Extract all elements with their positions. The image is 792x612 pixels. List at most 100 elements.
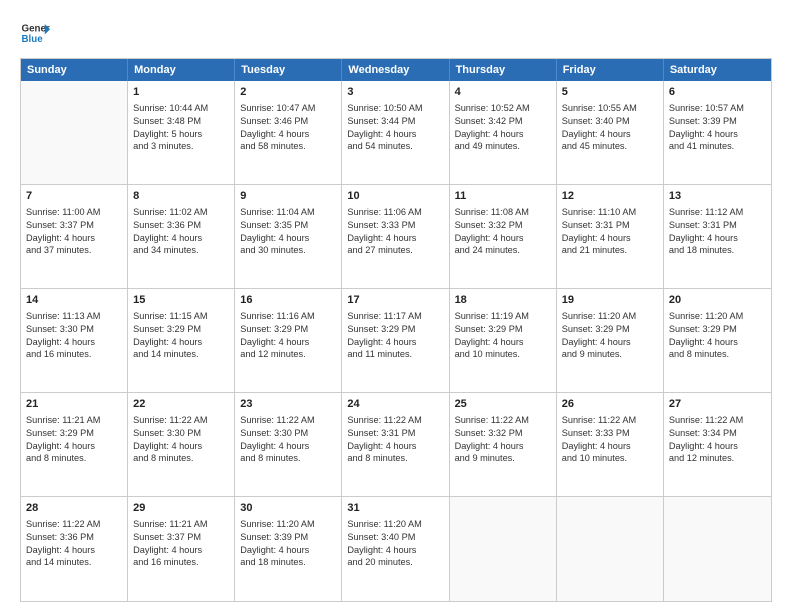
calendar-cell: 30 Sunrise: 11:20 AMSunset: 3:39 PMDaylig… bbox=[235, 497, 342, 601]
day-number: 5 bbox=[562, 85, 658, 100]
calendar-cell: 21 Sunrise: 11:21 AMSunset: 3:29 PMDaylig… bbox=[21, 393, 128, 496]
day-number: 3 bbox=[347, 85, 443, 100]
weekday-label: Sunday bbox=[21, 59, 128, 81]
day-number: 6 bbox=[669, 85, 766, 100]
weekday-label: Saturday bbox=[664, 59, 771, 81]
logo: General Blue bbox=[20, 18, 50, 48]
day-number: 16 bbox=[240, 293, 336, 308]
calendar-cell: 25 Sunrise: 11:22 AMSunset: 3:32 PMDaylig… bbox=[450, 393, 557, 496]
calendar-cell: 31 Sunrise: 11:20 AMSunset: 3:40 PMDaylig… bbox=[342, 497, 449, 601]
calendar-week: 1 Sunrise: 10:44 AMSunset: 3:48 PMDayligh… bbox=[21, 81, 771, 185]
cell-info: Sunrise: 11:22 AMSunset: 3:34 PMDaylight… bbox=[669, 414, 766, 466]
day-number: 13 bbox=[669, 189, 766, 204]
day-number: 9 bbox=[240, 189, 336, 204]
calendar-body: 1 Sunrise: 10:44 AMSunset: 3:48 PMDayligh… bbox=[21, 81, 771, 601]
calendar-cell: 3 Sunrise: 10:50 AMSunset: 3:44 PMDayligh… bbox=[342, 81, 449, 184]
cell-info: Sunrise: 10:44 AMSunset: 3:48 PMDaylight… bbox=[133, 102, 229, 154]
day-number: 10 bbox=[347, 189, 443, 204]
calendar-cell: 17Sunrise: 11:17 AMSunset: 3:29 PMDaylig… bbox=[342, 289, 449, 392]
cell-info: Sunrise: 11:10 AMSunset: 3:31 PMDaylight… bbox=[562, 206, 658, 258]
calendar-cell: 10Sunrise: 11:06 AMSunset: 3:33 PMDaylig… bbox=[342, 185, 449, 288]
cell-info: Sunrise: 11:20 AMSunset: 3:39 PMDaylight… bbox=[240, 518, 336, 570]
logo-icon: General Blue bbox=[20, 18, 50, 48]
calendar-cell: 13 Sunrise: 11:12 AMSunset: 3:31 PMDaylig… bbox=[664, 185, 771, 288]
calendar-cell: 15Sunrise: 11:15 AMSunset: 3:29 PMDaylig… bbox=[128, 289, 235, 392]
cell-info: Sunrise: 11:02 AMSunset: 3:36 PMDaylight… bbox=[133, 206, 229, 258]
cell-info: Sunrise: 11:20 AMSunset: 3:40 PMDaylight… bbox=[347, 518, 443, 570]
day-number: 17 bbox=[347, 293, 443, 308]
weekday-label: Tuesday bbox=[235, 59, 342, 81]
calendar-cell: 26 Sunrise: 11:22 AMSunset: 3:33 PMDaylig… bbox=[557, 393, 664, 496]
cell-info: Sunrise: 11:19 AMSunset: 3:29 PMDaylight… bbox=[455, 310, 551, 362]
cell-info: Sunrise: 11:22 AMSunset: 3:30 PMDaylight… bbox=[133, 414, 229, 466]
cell-info: Sunrise: 11:22 AMSunset: 3:33 PMDaylight… bbox=[562, 414, 658, 466]
day-number: 31 bbox=[347, 501, 443, 516]
calendar-cell: 11 Sunrise: 11:08 AMSunset: 3:32 PMDaylig… bbox=[450, 185, 557, 288]
day-number: 20 bbox=[669, 293, 766, 308]
calendar-cell: 18 Sunrise: 11:19 AMSunset: 3:29 PMDaylig… bbox=[450, 289, 557, 392]
calendar-cell: 14Sunrise: 11:13 AMSunset: 3:30 PMDaylig… bbox=[21, 289, 128, 392]
calendar-cell: 27 Sunrise: 11:22 AMSunset: 3:34 PMDaylig… bbox=[664, 393, 771, 496]
cell-info: Sunrise: 11:20 AMSunset: 3:29 PMDaylight… bbox=[669, 310, 766, 362]
calendar-cell bbox=[664, 497, 771, 601]
cell-info: Sunrise: 11:22 AMSunset: 3:30 PMDaylight… bbox=[240, 414, 336, 466]
day-number: 18 bbox=[455, 293, 551, 308]
calendar-cell: 19 Sunrise: 11:20 AMSunset: 3:29 PMDaylig… bbox=[557, 289, 664, 392]
day-number: 21 bbox=[26, 397, 122, 412]
weekday-label: Friday bbox=[557, 59, 664, 81]
day-number: 29 bbox=[133, 501, 229, 516]
calendar-cell bbox=[21, 81, 128, 184]
cell-info: Sunrise: 11:04 AMSunset: 3:35 PMDaylight… bbox=[240, 206, 336, 258]
day-number: 30 bbox=[240, 501, 336, 516]
day-number: 26 bbox=[562, 397, 658, 412]
cell-info: Sunrise: 11:08 AMSunset: 3:32 PMDaylight… bbox=[455, 206, 551, 258]
day-number: 1 bbox=[133, 85, 229, 100]
calendar-cell: 22Sunrise: 11:22 AMSunset: 3:30 PMDaylig… bbox=[128, 393, 235, 496]
day-number: 19 bbox=[562, 293, 658, 308]
calendar-cell: 16 Sunrise: 11:16 AMSunset: 3:29 PMDaylig… bbox=[235, 289, 342, 392]
calendar: SundayMondayTuesdayWednesdayThursdayFrid… bbox=[20, 58, 772, 602]
calendar-cell: 29 Sunrise: 11:21 AMSunset: 3:37 PMDaylig… bbox=[128, 497, 235, 601]
calendar-cell: 23Sunrise: 11:22 AMSunset: 3:30 PMDaylig… bbox=[235, 393, 342, 496]
day-number: 11 bbox=[455, 189, 551, 204]
day-number: 15 bbox=[133, 293, 229, 308]
day-number: 8 bbox=[133, 189, 229, 204]
calendar-week: 7 Sunrise: 11:00 AMSunset: 3:37 PMDayligh… bbox=[21, 185, 771, 289]
cell-info: Sunrise: 11:20 AMSunset: 3:29 PMDaylight… bbox=[562, 310, 658, 362]
cell-info: Sunrise: 10:57 AMSunset: 3:39 PMDaylight… bbox=[669, 102, 766, 154]
cell-info: Sunrise: 11:00 AMSunset: 3:37 PMDaylight… bbox=[26, 206, 122, 258]
day-number: 4 bbox=[455, 85, 551, 100]
calendar-week: 21 Sunrise: 11:21 AMSunset: 3:29 PMDaylig… bbox=[21, 393, 771, 497]
calendar-cell: 5 Sunrise: 10:55 AMSunset: 3:40 PMDayligh… bbox=[557, 81, 664, 184]
calendar-cell: 24 Sunrise: 11:22 AMSunset: 3:31 PMDaylig… bbox=[342, 393, 449, 496]
cell-info: Sunrise: 11:22 AMSunset: 3:32 PMDaylight… bbox=[455, 414, 551, 466]
calendar-cell: 28Sunrise: 11:22 AMSunset: 3:36 PMDaylig… bbox=[21, 497, 128, 601]
calendar-cell: 2Sunrise: 10:47 AMSunset: 3:46 PMDayligh… bbox=[235, 81, 342, 184]
day-number: 27 bbox=[669, 397, 766, 412]
calendar-cell bbox=[450, 497, 557, 601]
day-number: 7 bbox=[26, 189, 122, 204]
weekday-label: Wednesday bbox=[342, 59, 449, 81]
cell-info: Sunrise: 11:21 AMSunset: 3:29 PMDaylight… bbox=[26, 414, 122, 466]
weekday-label: Monday bbox=[128, 59, 235, 81]
calendar-cell: 7 Sunrise: 11:00 AMSunset: 3:37 PMDayligh… bbox=[21, 185, 128, 288]
header: General Blue bbox=[20, 18, 772, 48]
cell-info: Sunrise: 11:22 AMSunset: 3:31 PMDaylight… bbox=[347, 414, 443, 466]
day-number: 25 bbox=[455, 397, 551, 412]
cell-info: Sunrise: 10:52 AMSunset: 3:42 PMDaylight… bbox=[455, 102, 551, 154]
cell-info: Sunrise: 10:55 AMSunset: 3:40 PMDaylight… bbox=[562, 102, 658, 154]
cell-info: Sunrise: 11:13 AMSunset: 3:30 PMDaylight… bbox=[26, 310, 122, 362]
cell-info: Sunrise: 11:12 AMSunset: 3:31 PMDaylight… bbox=[669, 206, 766, 258]
cell-info: Sunrise: 11:21 AMSunset: 3:37 PMDaylight… bbox=[133, 518, 229, 570]
calendar-cell: 9 Sunrise: 11:04 AMSunset: 3:35 PMDayligh… bbox=[235, 185, 342, 288]
cell-info: Sunrise: 10:50 AMSunset: 3:44 PMDaylight… bbox=[347, 102, 443, 154]
cell-info: Sunrise: 10:47 AMSunset: 3:46 PMDaylight… bbox=[240, 102, 336, 154]
svg-text:Blue: Blue bbox=[22, 34, 44, 45]
calendar-cell: 6 Sunrise: 10:57 AMSunset: 3:39 PMDayligh… bbox=[664, 81, 771, 184]
day-number: 24 bbox=[347, 397, 443, 412]
calendar-cell: 20 Sunrise: 11:20 AMSunset: 3:29 PMDaylig… bbox=[664, 289, 771, 392]
cell-info: Sunrise: 11:22 AMSunset: 3:36 PMDaylight… bbox=[26, 518, 122, 570]
cell-info: Sunrise: 11:16 AMSunset: 3:29 PMDaylight… bbox=[240, 310, 336, 362]
calendar-week: 28Sunrise: 11:22 AMSunset: 3:36 PMDaylig… bbox=[21, 497, 771, 601]
weekday-label: Thursday bbox=[450, 59, 557, 81]
